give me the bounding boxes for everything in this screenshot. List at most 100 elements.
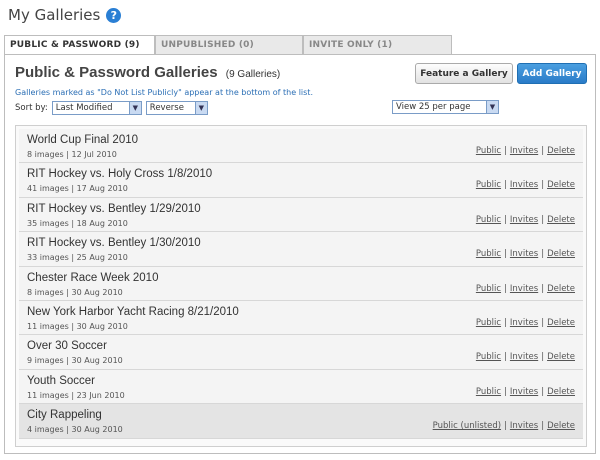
gallery-actions: Public | Invites | Delete: [476, 249, 575, 259]
separator: |: [504, 421, 507, 432]
public-link[interactable]: Public: [476, 249, 501, 259]
separator: |: [541, 283, 545, 294]
invites-link[interactable]: Invites: [510, 387, 538, 397]
gallery-row: RIT Hockey vs. Bentley 1/30/2010 33 imag…: [19, 232, 583, 267]
chevron-down-icon: ▼: [486, 101, 498, 113]
gallery-title[interactable]: Over 30 Soccer: [27, 340, 107, 352]
sort-label: Sort by:: [15, 103, 48, 113]
separator: |: [504, 146, 507, 156]
gallery-meta: 8 images | 30 Aug 2010: [27, 287, 123, 297]
invites-link[interactable]: Invites: [510, 421, 538, 431]
gallery-meta: 4 images | 30 Aug 2010: [27, 425, 123, 435]
gallery-row: Over 30 Soccer 9 images | 30 Aug 2010 Pu…: [19, 335, 583, 370]
delete-link[interactable]: Delete: [547, 284, 575, 294]
gallery-actions: Public | Invites | Delete: [476, 284, 575, 294]
gallery-actions: Public | Invites | Delete: [476, 215, 575, 225]
sort-order-value: Reverse: [149, 103, 184, 113]
gallery-actions: Public (unlisted) | Invites | Delete: [433, 421, 575, 431]
gallery-actions: Public | Invites | Delete: [476, 387, 575, 397]
separator: |: [504, 214, 507, 225]
public-link[interactable]: Public: [476, 284, 501, 294]
per-page-select[interactable]: View 25 per page ▼: [392, 100, 499, 114]
separator: |: [541, 249, 545, 260]
separator: |: [504, 249, 507, 260]
panel-title-text: Public & Password Galleries: [15, 64, 218, 81]
gallery-count: (9 Galleries): [225, 69, 281, 80]
invites-link[interactable]: Invites: [510, 180, 538, 190]
separator: |: [504, 317, 507, 328]
galleries-panel: Public & Password Galleries (9 Galleries…: [4, 54, 596, 454]
delete-link[interactable]: Delete: [547, 146, 575, 156]
delete-link[interactable]: Delete: [547, 387, 575, 397]
separator: |: [504, 386, 507, 397]
public-link[interactable]: Public: [476, 352, 501, 362]
gallery-row: Chester Race Week 2010 8 images | 30 Aug…: [19, 266, 583, 301]
delete-link[interactable]: Delete: [547, 249, 575, 259]
invites-link[interactable]: Invites: [510, 215, 538, 225]
public-unlisted-link[interactable]: Public (unlisted): [433, 421, 501, 431]
gallery-meta: 11 images | 23 Jun 2010: [27, 390, 125, 400]
invites-link[interactable]: Invites: [510, 249, 538, 259]
unlisted-note: Galleries marked as "Do Not List Publicl…: [15, 88, 313, 97]
gallery-row: New York Harbor Yacht Racing 8/21/2010 1…: [19, 300, 583, 336]
public-link[interactable]: Public: [476, 146, 501, 156]
separator: |: [541, 214, 545, 225]
gallery-row: RIT Hockey vs. Holy Cross 1/8/2010 41 im…: [19, 163, 583, 198]
help-icon[interactable]: ?: [106, 7, 122, 23]
chevron-down-icon: ▼: [128, 102, 141, 114]
public-link[interactable]: Public: [476, 180, 501, 190]
gallery-actions: Public | Invites | Delete: [476, 146, 575, 156]
gallery-title[interactable]: Youth Soccer: [27, 375, 95, 387]
delete-link[interactable]: Delete: [547, 318, 575, 328]
gallery-actions: Public | Invites | Delete: [476, 352, 575, 362]
public-link[interactable]: Public: [476, 387, 501, 397]
public-link[interactable]: Public: [476, 215, 501, 225]
sort-by-select[interactable]: Last Modified ▼: [51, 101, 142, 115]
separator: |: [541, 352, 545, 363]
separator: |: [541, 180, 545, 191]
invites-link[interactable]: Invites: [510, 146, 538, 156]
gallery-title[interactable]: RIT Hockey vs. Bentley 1/30/2010: [27, 237, 201, 249]
delete-link[interactable]: Delete: [547, 215, 575, 225]
chevron-down-icon: ▼: [194, 102, 207, 114]
tab-invite-only[interactable]: INVITE ONLY (1): [303, 35, 452, 54]
feature-gallery-button[interactable]: Feature a Gallery: [415, 63, 513, 84]
delete-link[interactable]: Delete: [547, 421, 575, 431]
gallery-title[interactable]: New York Harbor Yacht Racing 8/21/2010: [27, 306, 239, 318]
gallery-tabs: PUBLIC & PASSWORD (9) UNPUBLISHED (0) IN…: [4, 35, 452, 55]
gallery-row: World Cup Final 2010 8 images | 12 Jul 2…: [19, 129, 583, 164]
separator: |: [504, 180, 507, 191]
gallery-title[interactable]: RIT Hockey vs. Holy Cross 1/8/2010: [27, 168, 212, 180]
gallery-actions: Public | Invites | Delete: [476, 180, 575, 190]
gallery-row-unlisted: City Rappeling 4 images | 30 Aug 2010 Pu…: [19, 404, 583, 439]
gallery-meta: 9 images | 30 Aug 2010: [27, 356, 123, 366]
separator: |: [504, 352, 507, 363]
tab-public-password[interactable]: PUBLIC & PASSWORD (9): [4, 35, 155, 55]
invites-link[interactable]: Invites: [510, 284, 538, 294]
panel-title: Public & Password Galleries (9 Galleries…: [15, 64, 280, 81]
separator: |: [504, 283, 507, 294]
gallery-title[interactable]: World Cup Final 2010: [27, 134, 138, 146]
gallery-list: World Cup Final 2010 8 images | 12 Jul 2…: [15, 125, 587, 447]
delete-link[interactable]: Delete: [547, 352, 575, 362]
gallery-row: Youth Soccer 11 images | 23 Jun 2010 Pub…: [19, 369, 583, 405]
invites-link[interactable]: Invites: [510, 318, 538, 328]
invites-link[interactable]: Invites: [510, 352, 538, 362]
delete-link[interactable]: Delete: [547, 180, 575, 190]
sort-controls: Sort by: Last Modified ▼ Reverse ▼: [15, 101, 208, 115]
page-title: My Galleries ?: [8, 6, 122, 24]
sort-order-select[interactable]: Reverse ▼: [145, 101, 208, 115]
per-page-value: View 25 per page: [396, 102, 471, 112]
gallery-meta: 35 images | 18 Aug 2010: [27, 218, 128, 228]
gallery-meta: 41 images | 17 Aug 2010: [27, 184, 128, 194]
gallery-title[interactable]: City Rappeling: [27, 409, 102, 421]
gallery-row: RIT Hockey vs. Bentley 1/29/2010 35 imag…: [19, 197, 583, 233]
separator: |: [541, 386, 545, 397]
gallery-title[interactable]: RIT Hockey vs. Bentley 1/29/2010: [27, 203, 201, 215]
gallery-title[interactable]: Chester Race Week 2010: [27, 272, 158, 284]
tab-unpublished[interactable]: UNPUBLISHED (0): [155, 35, 303, 54]
add-gallery-button[interactable]: Add Gallery: [517, 63, 587, 84]
page-title-text: My Galleries: [8, 6, 101, 24]
gallery-meta: 33 images | 25 Aug 2010: [27, 253, 128, 263]
public-link[interactable]: Public: [476, 318, 501, 328]
